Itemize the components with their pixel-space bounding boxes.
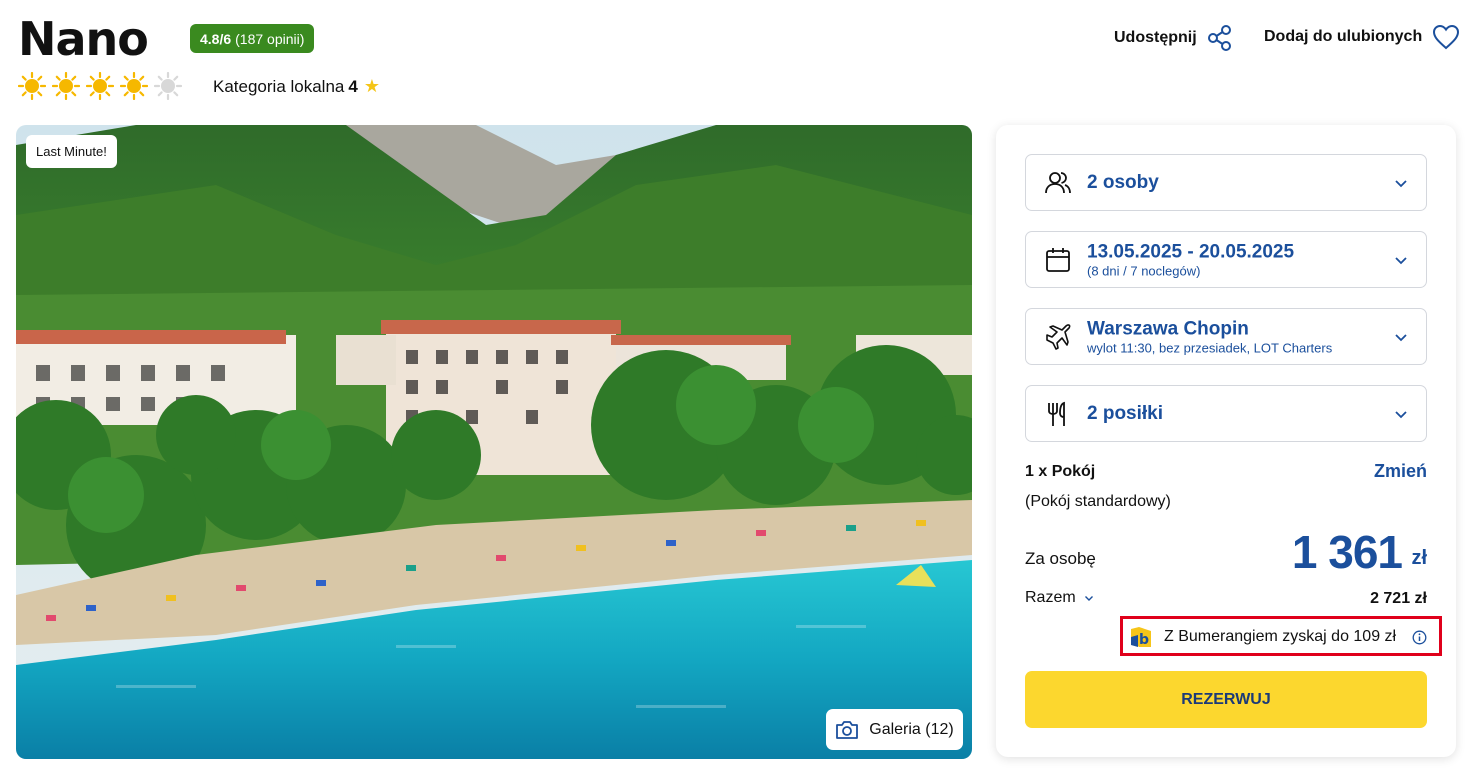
last-minute-badge: Last Minute! [26, 135, 117, 168]
sun-empty-icon [154, 72, 182, 100]
hotel-photo[interactable] [16, 125, 972, 759]
calendar-icon [1046, 247, 1070, 272]
local-category-value: 4 [348, 76, 358, 96]
total-value: 2 721 zł [1370, 590, 1427, 607]
rating-badge[interactable]: 4.8/6 (187 opinii) [190, 24, 315, 53]
share-icon [1207, 25, 1231, 51]
dates-value: 13.05.2025 - 20.05.2025 [1087, 241, 1295, 262]
svg-text:b: b [1139, 632, 1149, 648]
price-currency: zł [1411, 547, 1427, 569]
persons-select[interactable]: 2 osoby [1025, 154, 1427, 211]
local-category: Kategoria lokalna 4 ★ [213, 76, 380, 97]
rating-reviews: (187 opinii) [235, 30, 305, 47]
flight-select[interactable]: Warszawa Chopin wylot 11:30, bez przesia… [1025, 308, 1427, 365]
meals-value: 2 posiłki [1087, 402, 1164, 424]
room-type: (Pokój standardowy) [1025, 493, 1171, 510]
sun-filled-icon [52, 72, 80, 100]
dates-select[interactable]: 13.05.2025 - 20.05.2025 (8 dni / 7 nocle… [1025, 231, 1427, 288]
local-category-label: Kategoria lokalna [213, 76, 345, 96]
cutlery-icon [1048, 401, 1065, 426]
chevron-down-icon [1395, 410, 1407, 418]
sun-rating [18, 72, 182, 100]
chevron-down-icon [1395, 179, 1407, 187]
chevron-down-icon [1084, 596, 1093, 601]
reserve-button[interactable]: REZERWUJ [1025, 671, 1427, 728]
sun-filled-icon [86, 72, 114, 100]
room-count: 1 x Pokój [1025, 463, 1096, 480]
chevron-down-icon [1395, 256, 1407, 264]
flight-detail: wylot 11:30, bez przesiadek, LOT Charter… [1087, 340, 1333, 355]
info-icon[interactable] [1412, 630, 1427, 645]
bumerang-text: Z Bumerangiem zyskaj do 109 zł [1164, 628, 1397, 645]
camera-icon [836, 720, 859, 739]
sun-filled-icon [120, 72, 148, 100]
hotel-photo-image [16, 125, 972, 759]
share-label: Udostępnij [1114, 29, 1197, 46]
bumerang-promo: b Z Bumerangiem zyskaj do 109 zł [1120, 616, 1442, 656]
gallery-button[interactable]: Galeria (12) [826, 709, 963, 750]
dates-detail: (8 dni / 7 noclegów) [1087, 263, 1201, 278]
persons-value: 2 osoby [1087, 171, 1159, 193]
bumerang-logo-icon: b [1131, 627, 1151, 648]
users-icon [1045, 171, 1071, 193]
total-toggle[interactable]: Razem [1025, 589, 1094, 607]
per-person-price: 1 361 [1291, 526, 1403, 578]
rating-score: 4.8/6 [200, 30, 232, 47]
chevron-down-icon [1395, 333, 1407, 341]
flight-value: Warszawa Chopin [1087, 318, 1249, 339]
room-change-link[interactable]: Zmień [1374, 461, 1427, 482]
plane-icon [1046, 323, 1071, 350]
meals-select[interactable]: 2 posiłki [1025, 385, 1427, 442]
gallery-label: Galeria (12) [869, 720, 954, 738]
heart-icon [1433, 24, 1460, 50]
share-button[interactable]: Udostępnij [1114, 24, 1233, 52]
favorite-button[interactable]: Dodaj do ulubionych [1264, 24, 1460, 50]
sun-filled-icon [18, 72, 46, 100]
hotel-header: Nano 4.8/6 (187 opinii) Kategoria lokaln… [0, 0, 1470, 110]
per-person-label: Za osobę [1025, 549, 1096, 568]
star-icon: ★ [363, 76, 380, 96]
total-label: Razem [1025, 589, 1076, 606]
favorite-label: Dodaj do ulubionych [1264, 28, 1423, 45]
hotel-title: Nano [18, 12, 149, 66]
